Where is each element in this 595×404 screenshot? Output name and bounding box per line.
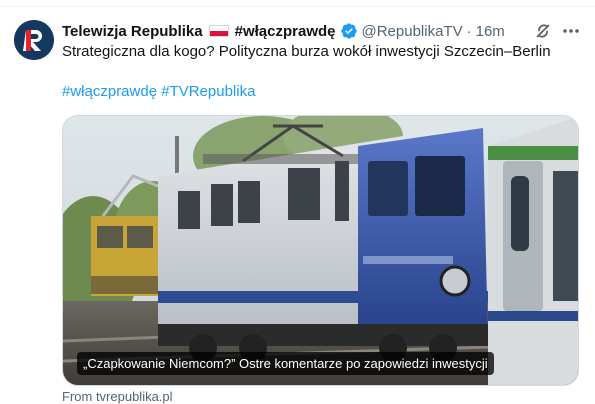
tweet-hashtags: #włączprawdę #TVRepublika — [62, 82, 255, 102]
tweet-text: Strategiczna dla kogo? Polityczna burza … — [62, 43, 551, 60]
author-display-name[interactable]: Telewizja Republika — [62, 23, 203, 40]
header-separator: · — [466, 22, 472, 40]
card-caption: „Czapkowanie Niemcom?” Ostre komentarze … — [77, 352, 494, 375]
tweet-header: Telewizja Republika #włączprawdę @Republ… — [62, 20, 505, 42]
verified-badge-icon — [340, 22, 358, 40]
top-divider — [0, 6, 595, 7]
hashtag-link[interactable]: #TVRepublika — [161, 83, 255, 100]
author-handle[interactable]: @RepublikaTV — [362, 23, 463, 40]
card-source[interactable]: From tvrepublika.pl — [62, 389, 173, 404]
avatar[interactable] — [14, 20, 54, 60]
more-icon[interactable] — [561, 21, 581, 41]
train-photo — [63, 116, 578, 385]
grok-icon[interactable] — [533, 21, 553, 41]
link-card[interactable]: „Czapkowanie Niemcom?” Ostre komentarze … — [62, 115, 579, 386]
republika-logo-icon — [14, 20, 54, 60]
tweet-timestamp[interactable]: 16m — [476, 23, 505, 40]
hashtag-link[interactable]: #włączprawdę — [62, 83, 157, 100]
author-name-hashtag[interactable]: #włączprawdę — [235, 23, 336, 40]
poland-flag-icon — [208, 25, 229, 37]
